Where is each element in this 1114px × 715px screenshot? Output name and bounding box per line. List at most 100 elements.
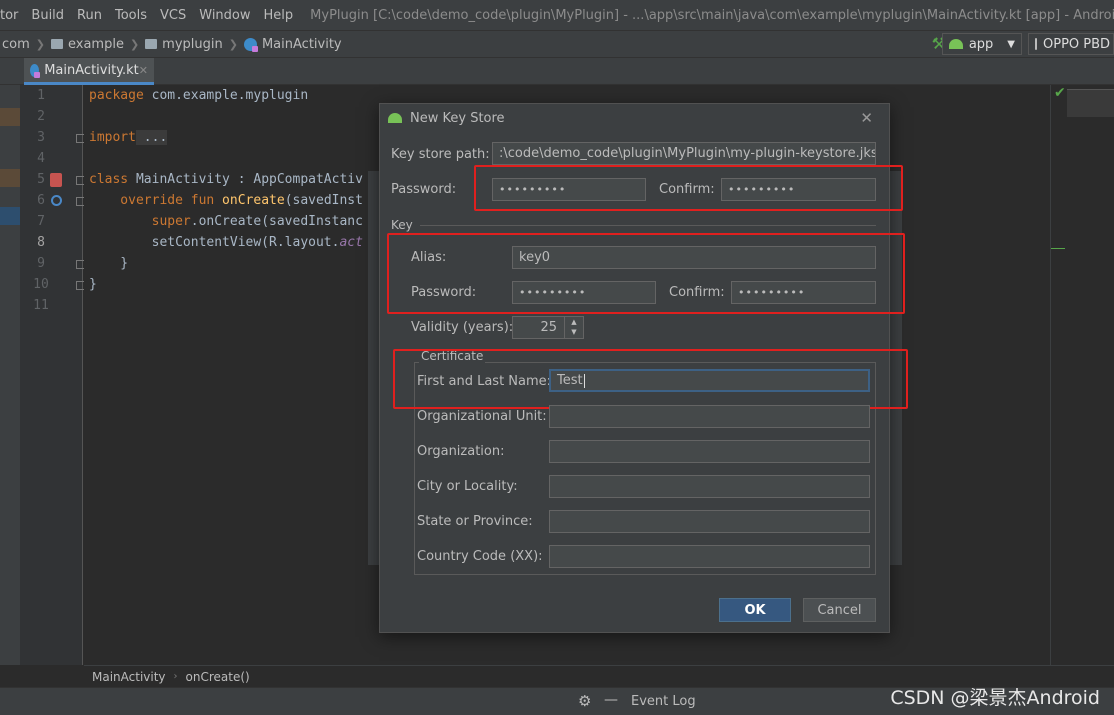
line-number: 2: [37, 109, 45, 124]
code-keyword: class: [89, 172, 129, 187]
code-line: import ...: [89, 130, 168, 145]
kotlin-class-icon: [243, 37, 258, 52]
window-title: MyPlugin [C:\code\demo_code\plugin\MyPlu…: [310, 7, 1114, 23]
line-number: 9: [37, 256, 45, 271]
code-line: setContentView(R.layout.act: [89, 235, 363, 250]
android-icon: [948, 39, 963, 49]
line-number: 8: [37, 235, 45, 250]
highlight-box: [393, 349, 908, 409]
breadcrumb-method[interactable]: onCreate(): [186, 670, 250, 684]
state-input[interactable]: [549, 510, 870, 533]
left-tool-strip: [0, 85, 20, 665]
close-icon[interactable]: ✕: [139, 64, 148, 77]
code-text: setContentView(R.layout.: [89, 235, 340, 250]
password-label: Password:: [391, 182, 457, 197]
state-label: State or Province:: [417, 514, 533, 529]
menu-item-help[interactable]: Help: [260, 8, 298, 23]
organization-input[interactable]: [549, 440, 870, 463]
code-text: }: [89, 256, 129, 271]
key-store-path-label: Key store path:: [391, 147, 490, 162]
device-select[interactable]: OPPO PBD: [1028, 33, 1114, 55]
code-text: .onCreate(savedInstanc: [190, 214, 363, 229]
menu-item-window[interactable]: Window: [195, 8, 254, 23]
code-function: onCreate: [214, 193, 285, 208]
event-log-button[interactable]: Event Log: [631, 694, 696, 709]
code-line: }: [89, 277, 97, 292]
menu-item-editor[interactable]: tor: [0, 8, 22, 23]
code-keyword: package: [89, 88, 144, 103]
strip-highlight: [0, 207, 20, 225]
kotlin-class-icon: [30, 63, 41, 78]
ok-button[interactable]: OK: [719, 598, 791, 622]
code-text: }: [89, 277, 97, 292]
menu-bar: tor Build Run Tools VCS Window Help MyPl…: [0, 0, 1114, 30]
highlight-box: [474, 165, 903, 211]
city-label: City or Locality:: [417, 479, 518, 494]
device-label: OPPO PBD: [1043, 36, 1111, 52]
change-marker: [1051, 248, 1065, 249]
code-line: }: [89, 256, 128, 271]
code-text: (savedInst: [284, 193, 363, 208]
chevron-right-icon: ❯: [35, 37, 45, 51]
line-number: 4: [37, 151, 45, 166]
line-number: 7: [37, 214, 45, 229]
menu-item-build[interactable]: Build: [27, 8, 68, 23]
minimap: [1067, 89, 1114, 117]
nav-crumb-label: com: [2, 36, 30, 52]
folder-icon: [50, 39, 63, 49]
line-number: 11: [33, 298, 49, 313]
code-line: class MainActivity : AppCompatActiv: [89, 172, 363, 187]
folder-icon: [145, 39, 158, 49]
run-gutter-icon[interactable]: [50, 173, 62, 187]
nav-crumb-label: myplugin: [162, 36, 223, 52]
nav-crumb-mainactivity[interactable]: MainActivity: [243, 36, 342, 52]
organization-label: Organization:: [417, 444, 505, 459]
country-code-input[interactable]: [549, 545, 870, 568]
nav-crumb-com[interactable]: com ❯: [2, 37, 45, 52]
key-store-path-input[interactable]: :\code\demo_code\plugin\MyPlugin\my-plug…: [492, 142, 876, 165]
editor-tab-bar: [0, 58, 1114, 85]
spinner-arrows-icon[interactable]: ▲ ▼: [564, 317, 583, 338]
strip-highlight: [0, 169, 20, 187]
dialog-title: New Key Store: [410, 110, 505, 126]
code-keyword: override fun: [89, 193, 215, 208]
check-icon: ✔: [1054, 85, 1066, 101]
city-input[interactable]: [549, 475, 870, 498]
chevron-right-icon: ›: [173, 671, 178, 682]
gear-icon[interactable]: ⚙: [578, 692, 591, 710]
csdn-watermark: CSDN @梁景杰Android: [890, 687, 1100, 709]
code-text: com.example.myplugin: [143, 88, 309, 103]
nav-crumb-label: MainActivity: [261, 36, 342, 52]
key-store-path-value: :\code\demo_code\plugin\MyPlugin\my-plug…: [499, 146, 876, 161]
nav-crumb-myplugin[interactable]: myplugin ❯: [145, 37, 238, 52]
code-text: MainActivity : AppCompatActiv: [128, 172, 363, 187]
run-config-label: app: [968, 36, 994, 52]
org-unit-label: Organizational Unit:: [417, 409, 547, 424]
nav-crumb-example[interactable]: example ❯: [50, 37, 140, 52]
line-number: 1: [37, 88, 45, 103]
new-key-store-dialog: New Key Store ✕ Key store path: :\code\d…: [379, 103, 908, 633]
menu-item-vcs[interactable]: VCS: [156, 8, 190, 23]
validity-value: 25: [540, 320, 557, 335]
line-number: 10: [33, 277, 49, 292]
code-keyword: super: [89, 214, 191, 229]
close-icon[interactable]: ✕: [860, 109, 873, 127]
minimize-icon[interactable]: —: [604, 692, 618, 708]
validity-label: Validity (years):: [411, 320, 514, 335]
group-divider: [420, 225, 876, 226]
run-config-select[interactable]: app ▼: [941, 33, 1022, 55]
code-line: super.onCreate(savedInstanc: [89, 214, 363, 229]
highlight-box: [387, 233, 905, 314]
menu-item-run[interactable]: Run: [73, 8, 106, 23]
country-code-label: Country Code (XX):: [417, 549, 543, 564]
cancel-button[interactable]: Cancel: [803, 598, 876, 622]
menu-item-tools[interactable]: Tools: [111, 8, 151, 23]
breadcrumb-class[interactable]: MainActivity: [92, 670, 166, 684]
editor-right-strip: ✔: [1050, 85, 1114, 665]
tab-mainactivity[interactable]: MainActivity.kt ✕: [24, 58, 154, 85]
override-gutter-icon[interactable]: [51, 195, 62, 206]
org-unit-input[interactable]: [549, 405, 870, 428]
code-keyword: import: [89, 130, 136, 145]
code-text: ...: [135, 130, 168, 145]
chevron-right-icon: ❯: [129, 37, 140, 51]
